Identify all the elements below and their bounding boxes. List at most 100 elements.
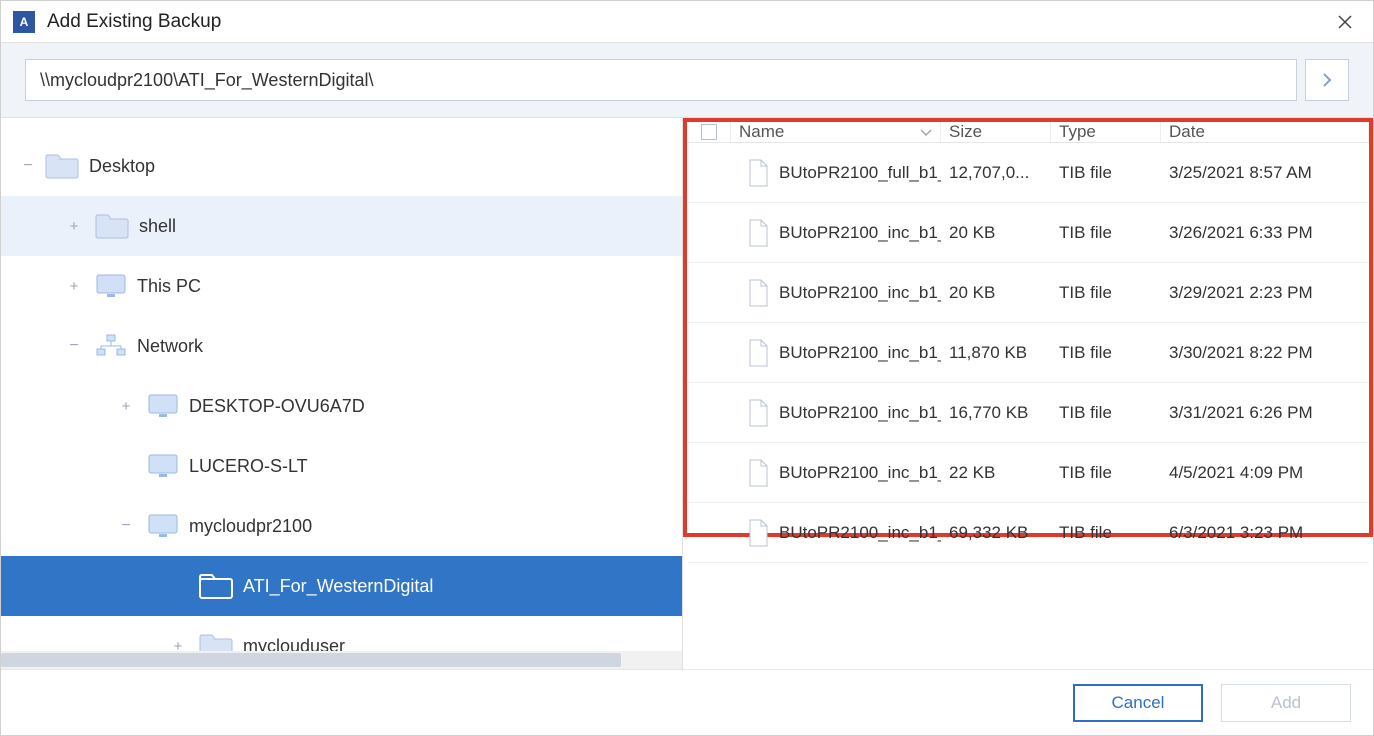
column-label: Date	[1169, 122, 1205, 142]
folder-icon	[95, 213, 129, 239]
tree-label: Network	[137, 336, 203, 357]
expand-icon[interactable]: +	[65, 278, 83, 295]
button-label: Add	[1271, 693, 1301, 713]
spacer	[117, 457, 135, 475]
file-icon	[747, 399, 769, 427]
tree-label: This PC	[137, 276, 201, 297]
column-label: Type	[1059, 122, 1096, 142]
row-name-cell: BUtoPR2100_inc_b1_s...	[731, 459, 941, 487]
add-button[interactable]: Add	[1221, 684, 1351, 722]
tree-node-host-desktop[interactable]: + DESKTOP-OVU6A7D	[1, 376, 682, 436]
sort-icon	[920, 127, 932, 137]
tree-node-shell[interactable]: + shell	[1, 196, 682, 256]
path-input[interactable]	[25, 59, 1297, 101]
file-name: BUtoPR2100_inc_b1_s...	[779, 463, 941, 483]
column-size[interactable]: Size	[941, 122, 1051, 142]
tree-label: mycloudpr2100	[189, 516, 312, 537]
button-label: Cancel	[1112, 693, 1165, 713]
table-row[interactable]: BUtoPR2100_inc_b1_s...11,870 KBTIB file3…	[687, 323, 1369, 383]
collapse-icon[interactable]: −	[19, 157, 37, 175]
row-name-cell: BUtoPR2100_full_b1_s...	[731, 159, 941, 187]
file-icon	[747, 219, 769, 247]
tree-label: Desktop	[89, 156, 155, 177]
row-size-cell: 12,707,0...	[941, 163, 1051, 183]
file-name: BUtoPR2100_inc_b1_s...	[779, 523, 941, 543]
expand-icon[interactable]: +	[117, 398, 135, 415]
titlebar: A Add Existing Backup	[1, 1, 1373, 43]
file-name: BUtoPR2100_inc_b1_s...	[779, 403, 941, 423]
tree-node-desktop[interactable]: − Desktop	[1, 136, 682, 196]
tree-label: DESKTOP-OVU6A7D	[189, 396, 365, 417]
tree-label: shell	[139, 216, 176, 237]
row-name-cell: BUtoPR2100_inc_b1_s...	[731, 399, 941, 427]
file-icon	[747, 159, 769, 187]
file-list-pane: Name Size Type Date BUtoPR2100_full_b1_s…	[683, 118, 1373, 669]
collapse-icon[interactable]: −	[65, 337, 83, 355]
cancel-button[interactable]: Cancel	[1073, 684, 1203, 722]
row-type-cell: TIB file	[1051, 463, 1161, 483]
row-type-cell: TIB file	[1051, 163, 1161, 183]
folder-tree[interactable]: − Desktop + shell	[1, 118, 682, 658]
column-label: Size	[949, 122, 982, 142]
row-size-cell: 20 KB	[941, 283, 1051, 303]
tree-node-selected[interactable]: ATI_For_WesternDigital	[1, 556, 682, 616]
table-row[interactable]: BUtoPR2100_inc_b1_s...69,332 KBTIB file6…	[687, 503, 1369, 563]
row-type-cell: TIB file	[1051, 223, 1161, 243]
network-icon	[95, 334, 127, 358]
row-date-cell: 3/29/2021 2:23 PM	[1161, 283, 1369, 303]
row-name-cell: BUtoPR2100_inc_b1_s...	[731, 519, 941, 547]
file-rows: BUtoPR2100_full_b1_s...12,707,0...TIB fi…	[687, 143, 1369, 563]
expand-icon[interactable]: +	[65, 218, 83, 235]
folder-icon	[45, 153, 79, 179]
row-size-cell: 69,332 KB	[941, 523, 1051, 543]
column-name[interactable]: Name	[731, 122, 941, 142]
spacer	[169, 577, 187, 595]
close-button[interactable]	[1329, 10, 1361, 34]
table-row[interactable]: BUtoPR2100_inc_b1_s...20 KBTIB file3/29/…	[687, 263, 1369, 323]
table-row[interactable]: BUtoPR2100_inc_b1_s...22 KBTIB file4/5/2…	[687, 443, 1369, 503]
tree-node-host-lucero[interactable]: LUCERO-S-LT	[1, 436, 682, 496]
row-size-cell: 20 KB	[941, 223, 1051, 243]
table-row[interactable]: BUtoPR2100_inc_b1_s...20 KBTIB file3/26/…	[687, 203, 1369, 263]
app-icon: A	[13, 11, 35, 33]
column-date[interactable]: Date	[1161, 122, 1369, 142]
row-type-cell: TIB file	[1051, 283, 1161, 303]
row-date-cell: 6/3/2021 3:23 PM	[1161, 523, 1369, 543]
dialog-window: A Add Existing Backup − Des	[0, 0, 1374, 736]
file-icon	[747, 519, 769, 547]
column-label: Name	[739, 122, 784, 142]
tree-label: LUCERO-S-LT	[189, 456, 308, 477]
row-type-cell: TIB file	[1051, 523, 1161, 543]
select-all-checkbox[interactable]	[701, 124, 717, 140]
collapse-icon[interactable]: −	[117, 517, 135, 535]
monitor-icon	[95, 273, 127, 299]
dialog-footer: Cancel Add	[1, 669, 1373, 735]
go-button[interactable]	[1305, 59, 1349, 101]
tree-node-this-pc[interactable]: + This PC	[1, 256, 682, 316]
row-date-cell: 3/30/2021 8:22 PM	[1161, 343, 1369, 363]
file-list: Name Size Type Date BUtoPR2100_full_b1_s…	[687, 122, 1369, 533]
table-row[interactable]: BUtoPR2100_full_b1_s...12,707,0...TIB fi…	[687, 143, 1369, 203]
list-header: Name Size Type Date	[687, 122, 1369, 143]
row-date-cell: 3/31/2021 6:26 PM	[1161, 403, 1369, 423]
horizontal-scrollbar[interactable]	[1, 651, 682, 669]
path-bar	[1, 43, 1373, 118]
monitor-icon	[147, 453, 179, 479]
file-name: BUtoPR2100_inc_b1_s...	[779, 223, 941, 243]
main-split: − Desktop + shell	[1, 118, 1373, 669]
table-row[interactable]: BUtoPR2100_inc_b1_s...16,770 KBTIB file3…	[687, 383, 1369, 443]
row-name-cell: BUtoPR2100_inc_b1_s...	[731, 219, 941, 247]
folder-icon	[199, 573, 233, 599]
monitor-icon	[147, 393, 179, 419]
row-size-cell: 16,770 KB	[941, 403, 1051, 423]
row-name-cell: BUtoPR2100_inc_b1_s...	[731, 339, 941, 367]
tree-label: ATI_For_WesternDigital	[243, 576, 433, 597]
row-type-cell: TIB file	[1051, 343, 1161, 363]
row-date-cell: 4/5/2021 4:09 PM	[1161, 463, 1369, 483]
tree-node-host-mycloud[interactable]: − mycloudpr2100	[1, 496, 682, 556]
tree-node-network[interactable]: − Network	[1, 316, 682, 376]
row-size-cell: 22 KB	[941, 463, 1051, 483]
row-date-cell: 3/26/2021 6:33 PM	[1161, 223, 1369, 243]
column-type[interactable]: Type	[1051, 122, 1161, 142]
column-checkbox[interactable]	[687, 122, 731, 142]
